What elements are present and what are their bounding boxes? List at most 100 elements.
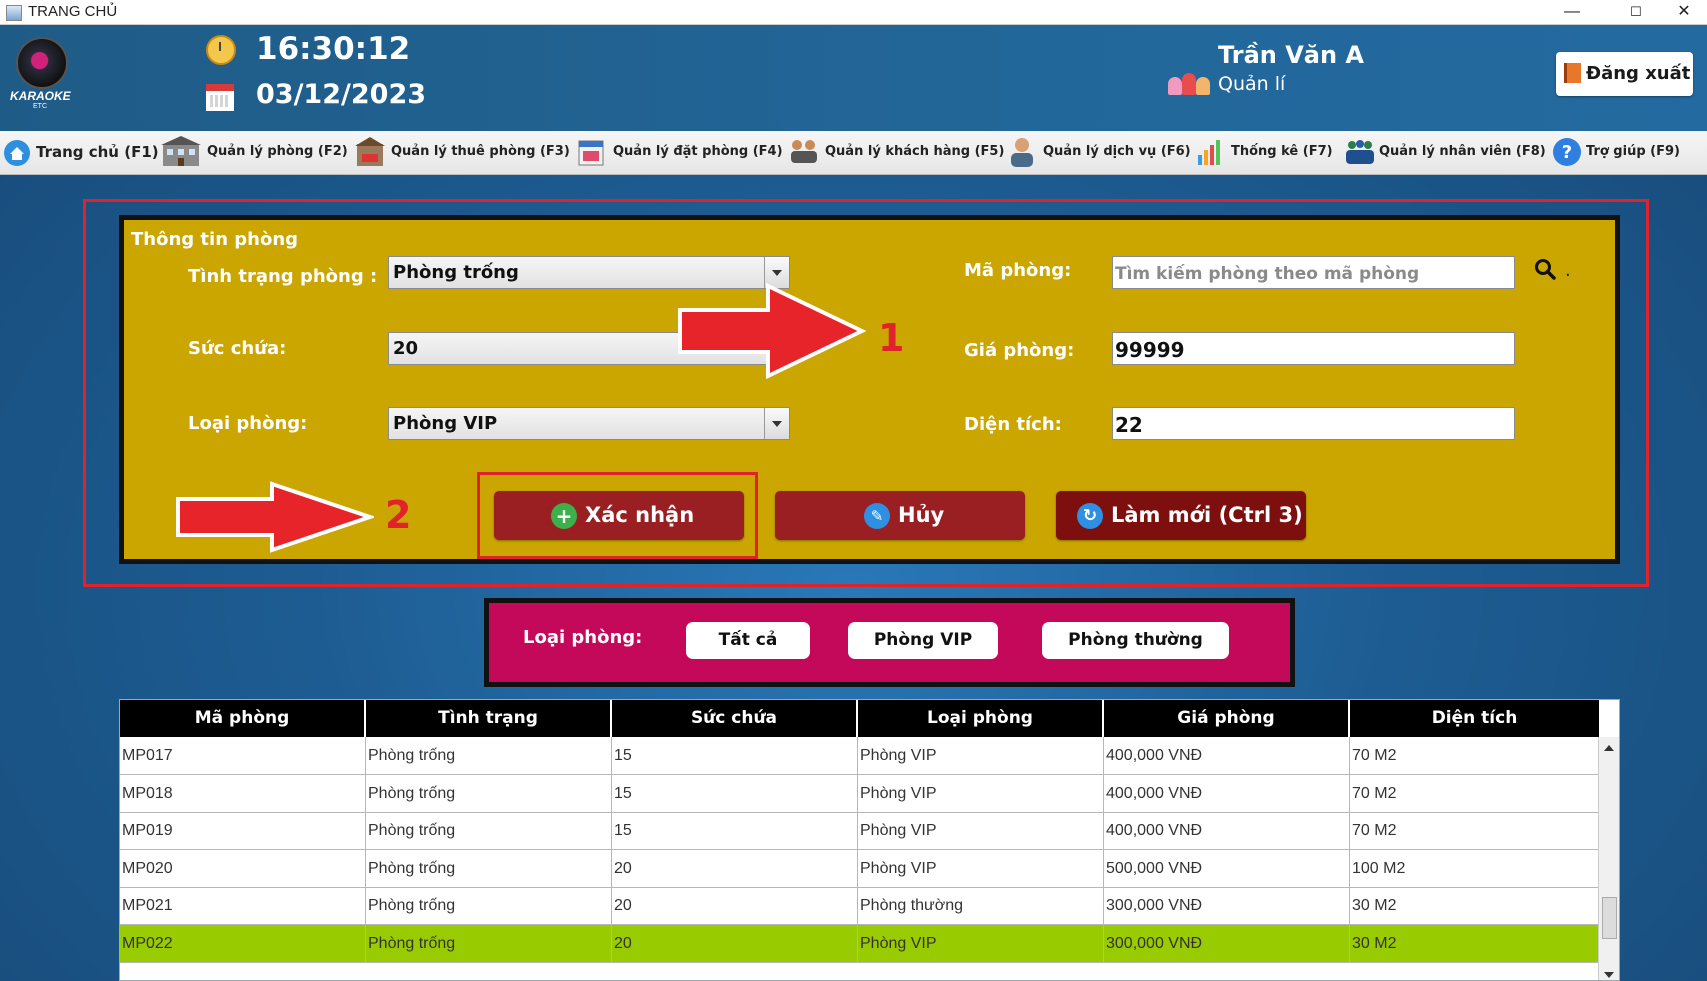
- plus-icon: +: [551, 503, 577, 529]
- table-cell: 500,000 VNĐ: [1104, 849, 1350, 887]
- room-code-search-input[interactable]: Tìm kiếm phòng theo mã phòng: [1112, 256, 1515, 289]
- table-cell: 20: [612, 925, 858, 962]
- table-cell: MP018: [120, 774, 366, 812]
- column-header[interactable]: Giá phòng: [1104, 700, 1350, 737]
- table-row[interactable]: MP018 Phòng trống 15 Phòng VIP 400,000 VNĐ 70…: [120, 774, 1599, 813]
- cancel-button[interactable]: ✎ Hủy: [775, 491, 1025, 540]
- area-input[interactable]: 22: [1112, 407, 1515, 440]
- nav-item-rooms[interactable]: Quản lý phòng (F2): [161, 131, 348, 174]
- status-select-value: Phòng trống: [393, 262, 519, 283]
- bar-chart-icon: [1198, 140, 1220, 165]
- table-cell: MP021: [120, 887, 366, 925]
- room-type-select[interactable]: Phòng VIP: [388, 407, 790, 440]
- table-row[interactable]: MP017 Phòng trống 15 Phòng VIP 400,000 VNĐ 70…: [120, 737, 1599, 775]
- nav-item-label: Quản lý thuê phòng (F3): [391, 144, 570, 159]
- nav-item-label: Quản lý khách hàng (F5): [825, 144, 1005, 159]
- nav-item-bookings[interactable]: Quản lý đặt phòng (F4): [576, 131, 783, 174]
- calendar-icon: [206, 84, 234, 111]
- nav-item-help[interactable]: ? Trợ giúp (F9): [1552, 131, 1692, 174]
- table-cell: 100 M2: [1350, 849, 1599, 887]
- building-icon: [161, 136, 201, 166]
- nav-item-rentals[interactable]: Quản lý thuê phòng (F3): [354, 131, 570, 174]
- nav-item-label: Quản lý nhân viên (F8): [1379, 144, 1546, 159]
- annotation-arrow-2: [176, 481, 374, 553]
- annotation-number-2: 2: [385, 493, 412, 537]
- app-header: KARAOKE ETC 16:30:12 03/12/2023 Trần Văn…: [0, 25, 1707, 131]
- table-cell: 20: [612, 849, 858, 887]
- table-scrollbar[interactable]: [1598, 737, 1619, 980]
- annotation-number-1: 1: [878, 316, 905, 360]
- home-icon: [4, 140, 30, 166]
- table-cell: Phòng VIP: [858, 774, 1104, 812]
- table-row[interactable]: MP022 Phòng trống 20 Phòng VIP 300,000 VNĐ 30…: [120, 925, 1599, 963]
- filter-standard-button[interactable]: Phòng thường: [1042, 622, 1229, 659]
- user-name: Trần Văn A: [1218, 41, 1364, 69]
- app-icon: [6, 5, 22, 21]
- table-cell: 30 M2: [1350, 887, 1599, 925]
- refresh-label: Làm mới (Ctrl 3): [1111, 503, 1303, 527]
- logout-door-icon: [1564, 63, 1581, 83]
- table-row[interactable]: MP020 Phòng trống 20 Phòng VIP 500,000 VNĐ 10…: [120, 849, 1599, 888]
- scroll-up-icon[interactable]: [1604, 745, 1614, 751]
- filter-all-button[interactable]: Tất cả: [686, 622, 810, 659]
- table-row[interactable]: MP021 Phòng trống 20 Phòng thường 300,000 VN…: [120, 887, 1599, 926]
- table-cell: Phòng trống: [366, 925, 612, 962]
- table-cell: 400,000 VNĐ: [1104, 737, 1350, 774]
- table-cell: MP020: [120, 849, 366, 887]
- microphone-disc-icon: [16, 37, 68, 89]
- table-cell: Phòng trống: [366, 887, 612, 925]
- nav-item-employees[interactable]: Quản lý nhân viên (F8): [1344, 131, 1546, 174]
- table-row[interactable]: MP019 Phòng trống 15 Phòng VIP 400,000 VNĐ 70…: [120, 812, 1599, 851]
- main-nav: Trang chủ (F1) Quản lý phòng (F2) Quản l…: [0, 131, 1707, 175]
- cancel-label: Hủy: [898, 503, 945, 527]
- nav-item-statistics[interactable]: Thống kê (F7): [1196, 131, 1333, 174]
- table-cell: 70 M2: [1350, 812, 1599, 850]
- table-cell: 15: [612, 812, 858, 850]
- column-header[interactable]: Mã phòng: [120, 700, 366, 737]
- table-cell: 300,000 VNĐ: [1104, 887, 1350, 925]
- chevron-down-icon[interactable]: [764, 408, 789, 439]
- filter-label: Loại phòng:: [523, 627, 643, 648]
- price-input[interactable]: 99999: [1112, 332, 1515, 365]
- minimize-button[interactable]: —: [1549, 0, 1595, 24]
- table-cell: 70 M2: [1350, 737, 1599, 774]
- rent-icon: [355, 137, 385, 166]
- nav-item-label: Thống kê (F7): [1231, 144, 1333, 159]
- confirm-button[interactable]: + Xác nhận: [494, 491, 744, 540]
- edit-icon: ✎: [864, 503, 890, 529]
- current-date: 03/12/2023: [256, 79, 427, 110]
- refresh-button[interactable]: ↻ Làm mới (Ctrl 3): [1056, 491, 1306, 540]
- annotation-arrow-1: [678, 282, 866, 380]
- filter-vip-button[interactable]: Phòng VIP: [848, 622, 998, 659]
- table-cell: Phòng VIP: [858, 849, 1104, 887]
- scroll-down-icon[interactable]: [1604, 972, 1614, 978]
- service-staff-icon: [1011, 138, 1033, 167]
- table-cell: 400,000 VNĐ: [1104, 774, 1350, 812]
- column-header[interactable]: Sức chứa: [612, 700, 858, 737]
- nav-item-services[interactable]: Quản lý dịch vụ (F6): [1007, 131, 1191, 174]
- logout-button[interactable]: Đăng xuất: [1556, 52, 1693, 96]
- customers-icon: [791, 140, 817, 163]
- nav-item-customers[interactable]: Quản lý khách hàng (F5): [788, 131, 1004, 174]
- search-icon[interactable]: [1534, 258, 1556, 280]
- nav-item-label: Quản lý đặt phòng (F4): [613, 144, 783, 159]
- column-header[interactable]: Diện tích: [1350, 700, 1599, 737]
- close-button[interactable]: ✕: [1661, 0, 1707, 24]
- scroll-thumb[interactable]: [1602, 897, 1617, 939]
- refresh-icon: ↻: [1077, 503, 1103, 529]
- table-cell: MP019: [120, 812, 366, 850]
- search-dot: .: [1565, 260, 1571, 281]
- column-header[interactable]: Loại phòng: [858, 700, 1104, 737]
- booking-icon: [578, 140, 604, 166]
- table-cell: 400,000 VNĐ: [1104, 812, 1350, 850]
- logout-label: Đăng xuất: [1586, 63, 1691, 84]
- column-header[interactable]: Tình trạng: [366, 700, 612, 737]
- nav-item-home[interactable]: Trang chủ (F1): [3, 131, 159, 174]
- status-label: Tình trạng phòng :: [188, 266, 378, 287]
- users-icon: [1168, 69, 1210, 95]
- table-cell: 70 M2: [1350, 774, 1599, 812]
- table-cell: Phòng thường: [858, 887, 1104, 925]
- maximize-button[interactable]: ☐: [1613, 0, 1659, 24]
- table-cell: Phòng trống: [366, 737, 612, 774]
- panel-title: Thông tin phòng: [131, 229, 299, 250]
